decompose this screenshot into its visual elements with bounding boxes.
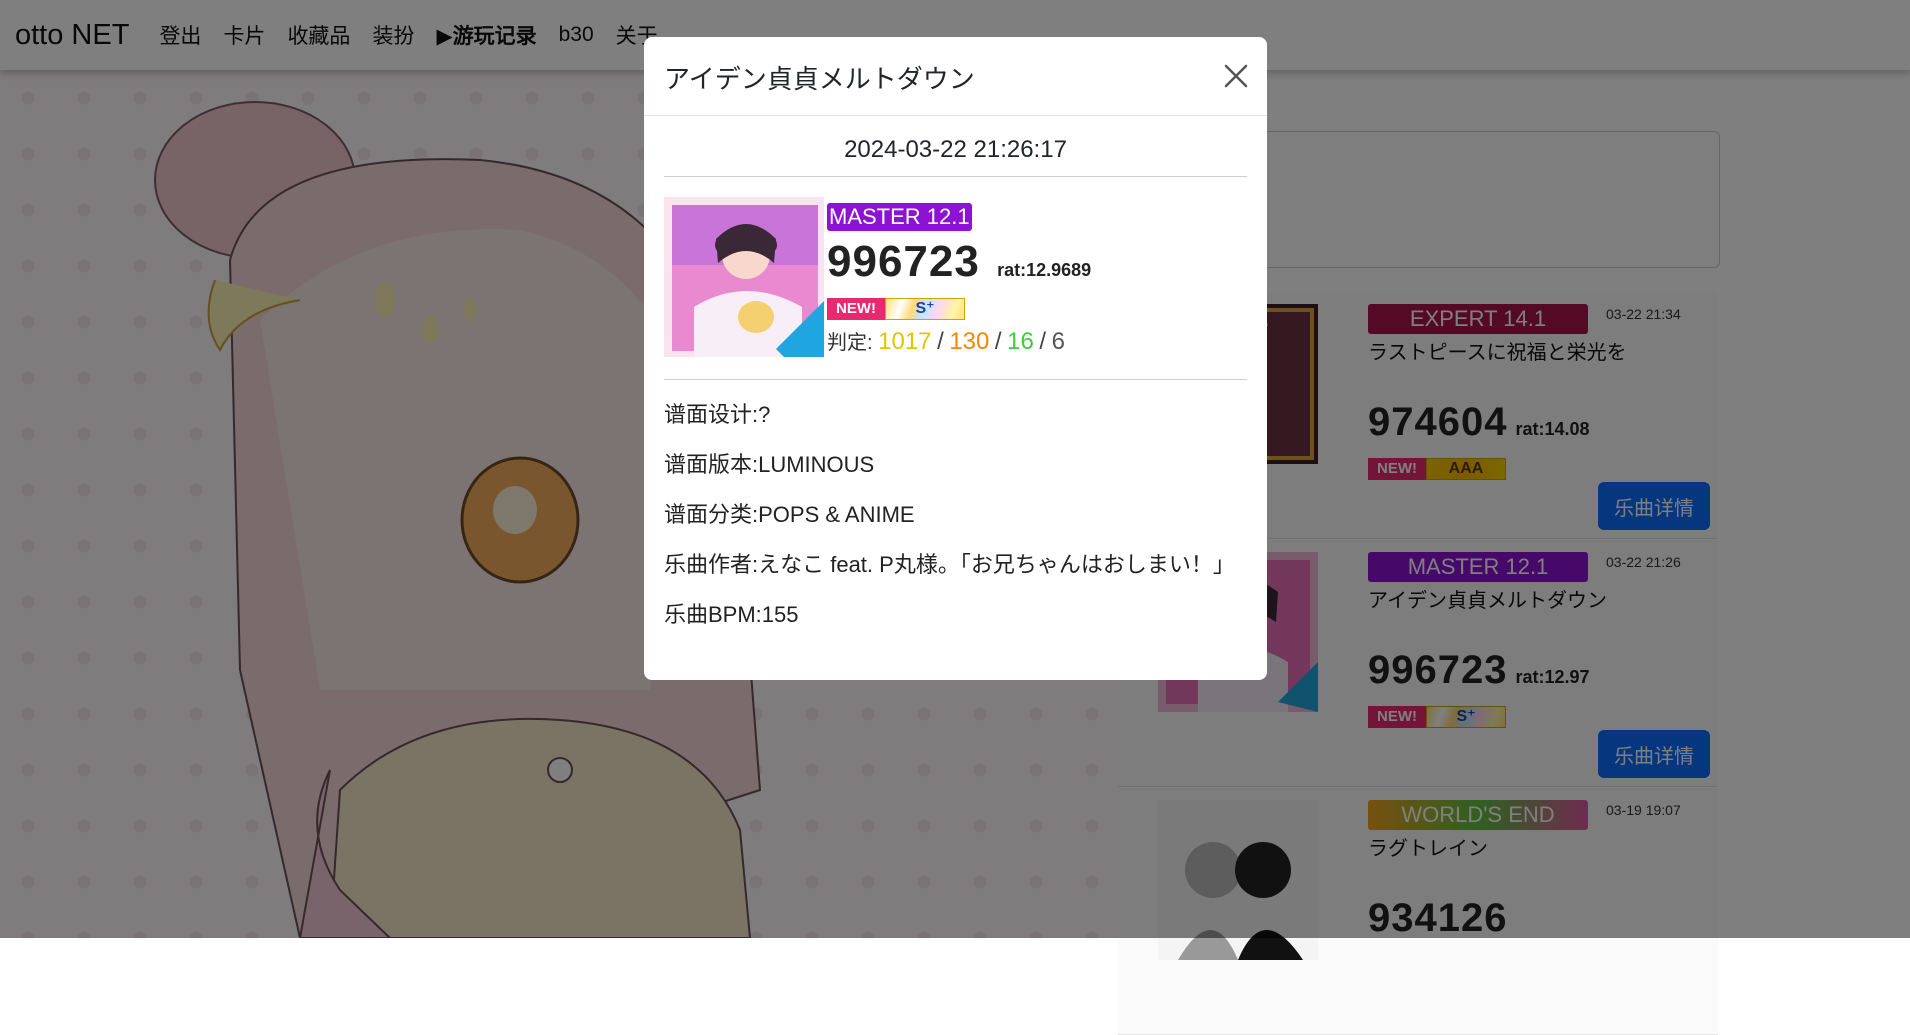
judge-separator: / — [1039, 328, 1047, 355]
chart-category: 谱面分类:POPS & ANIME — [664, 502, 915, 527]
play-record-modal: アイデン貞貞メルトダウン 2024-03-22 21:26:17 MASTER … — [644, 37, 1267, 680]
play-datetime: 2024-03-22 21:26:17 — [844, 136, 1067, 163]
judgement-line: 判定: 1017 / 130 / 16 / 6 — [827, 326, 1065, 356]
song-jacket — [664, 197, 824, 357]
judge-attack: 16 — [1007, 328, 1034, 355]
judge-miss: 6 — [1051, 328, 1066, 355]
rank-badge: S⁺ — [885, 298, 965, 320]
new-badge: NEW! — [827, 298, 885, 320]
score-value: 996723 — [827, 237, 980, 286]
close-icon — [1224, 64, 1248, 88]
close-button[interactable] — [1219, 59, 1253, 93]
judge-justice: 130 — [949, 328, 990, 355]
song-artist: 乐曲作者:えなこ feat. P丸様。「お兄ちゃんはおしまい！」 — [664, 552, 1235, 577]
song-bpm: 乐曲BPM:155 — [664, 602, 799, 627]
score: 996723 rat:12.9689 — [827, 237, 1091, 287]
difficulty-badge: MASTER 12.1 — [827, 203, 972, 231]
play-result: MASTER 12.1 996723 rat:12.9689 NEW! S⁺ 判… — [664, 177, 1247, 379]
judge-label: 判定: — [827, 332, 873, 354]
judge-separator: / — [937, 328, 944, 355]
chart-designer: 谱面设计:? — [664, 402, 771, 427]
modal-body: 2024-03-22 21:26:17 MASTER 12.1 996723 r… — [644, 136, 1267, 640]
chart-version: 谱面版本:LUMINOUS — [664, 452, 875, 477]
judge-critical: 1017 — [878, 328, 932, 355]
judge-separator: / — [994, 328, 1002, 355]
rating: rat:12.9689 — [997, 260, 1092, 280]
chart-info-list: 谱面设计:? 谱面版本:LUMINOUS 谱面分类:POPS & ANIME 乐… — [664, 380, 1247, 640]
modal-header: アイデン貞貞メルトダウン — [644, 37, 1267, 116]
modal-title: アイデン貞貞メルトダウン — [664, 64, 975, 94]
badges: NEW! S⁺ — [827, 298, 965, 320]
